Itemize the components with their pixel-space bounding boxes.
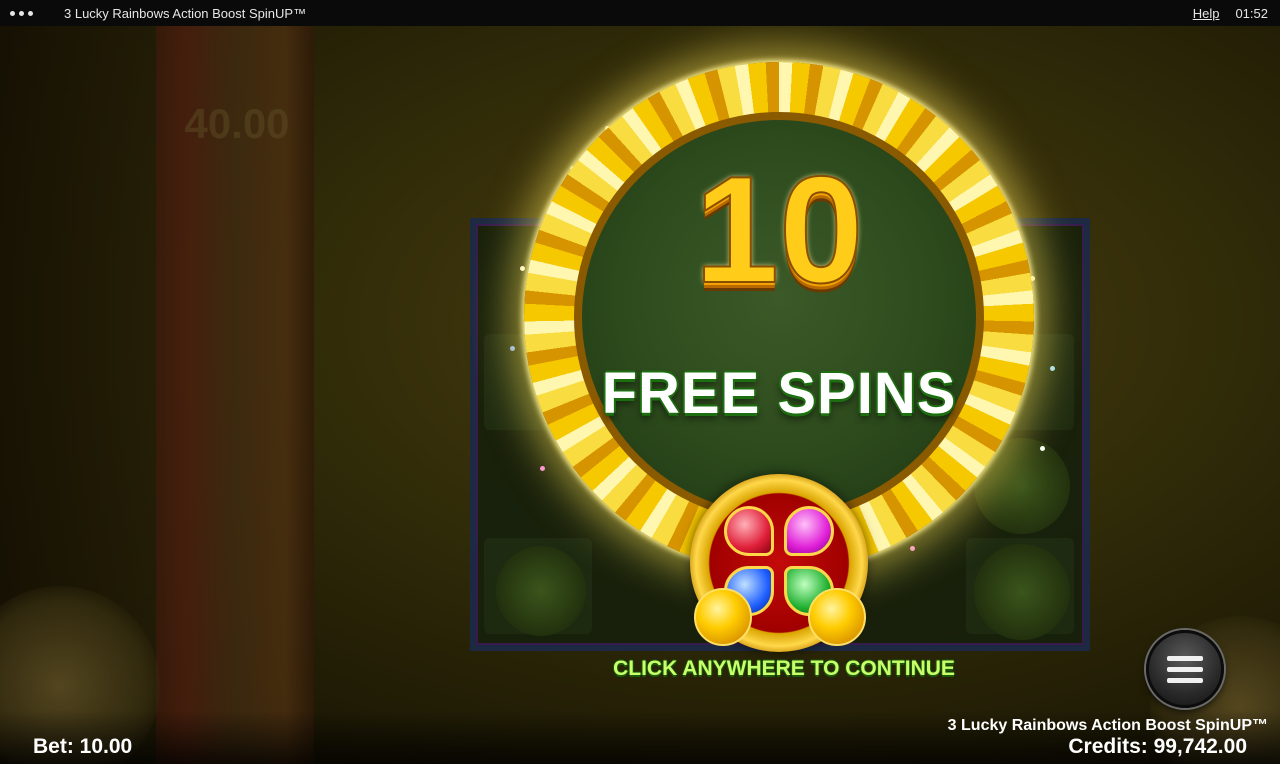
window-title: 3 Lucky Rainbows Action Boost SpinUP™ xyxy=(64,5,307,21)
hamburger-menu-icon[interactable] xyxy=(1146,630,1224,708)
help-link[interactable]: Help xyxy=(1193,6,1220,21)
gold-coin-left xyxy=(694,588,752,646)
game-name-footer: 3 Lucky Rainbows Action Boost SpinUP™ xyxy=(947,717,1268,734)
violin-symbol xyxy=(496,546,586,636)
top-bar: 3 Lucky Rainbows Action Boost SpinUP™ He… xyxy=(0,0,1280,26)
free-spins-label: FREE SPINS xyxy=(601,361,957,426)
more-dots-icon[interactable] xyxy=(0,10,56,16)
clover-symbol xyxy=(974,544,1070,640)
click-to-continue-prompt[interactable]: CLICK ANYWHERE TO CONTINUE xyxy=(480,657,1088,681)
red-heart-gem xyxy=(724,506,774,556)
bet-display: Bet: 10.00 xyxy=(33,735,133,758)
sparkle xyxy=(520,266,525,271)
background-bonus-value: 40.00 xyxy=(184,100,290,147)
pink-heart-gem xyxy=(784,506,834,556)
sparkle xyxy=(1040,446,1045,451)
sparkle xyxy=(510,346,515,351)
sparkle xyxy=(910,546,915,551)
credits-display: Credits: 99,742.00 xyxy=(1068,735,1247,758)
clock: 01:52 xyxy=(1235,5,1268,21)
sparkle xyxy=(1050,366,1055,371)
sparkle xyxy=(540,466,545,471)
free-spins-count: 10 xyxy=(693,145,864,315)
gold-coin-right xyxy=(808,588,866,646)
